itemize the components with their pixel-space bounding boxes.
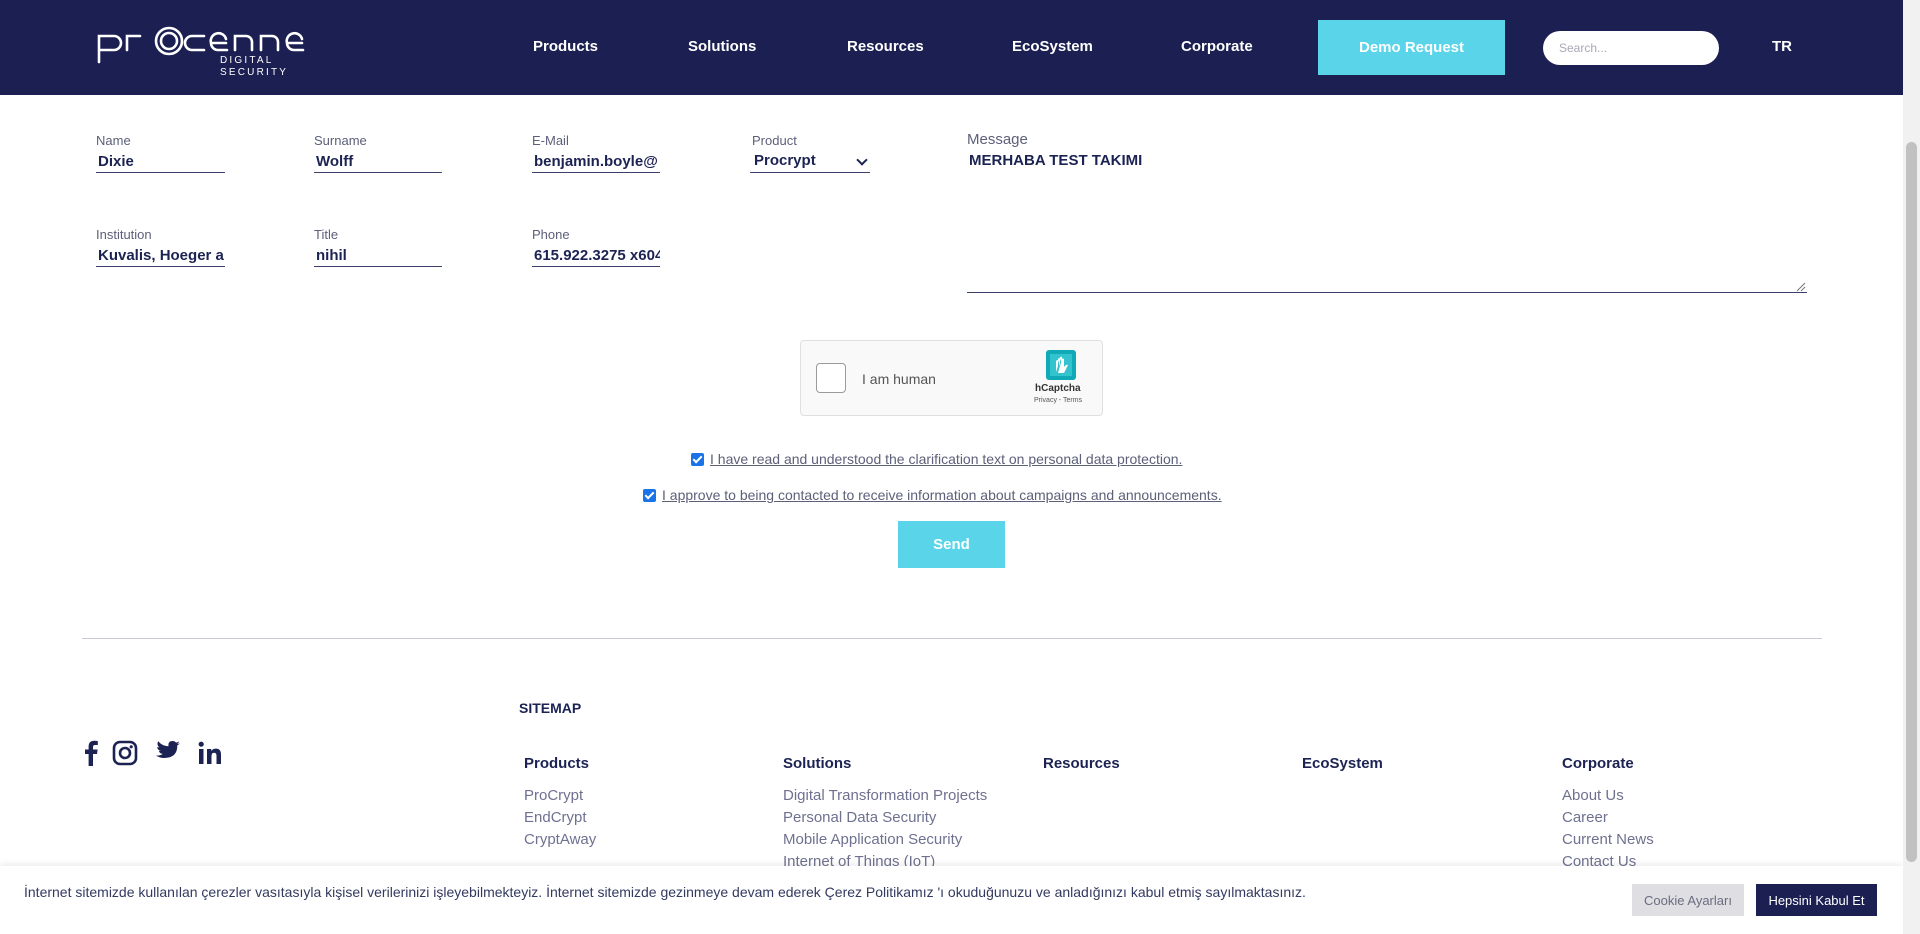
consent-personal-data: I have read and understood the clarifica…: [691, 451, 1182, 467]
footer-resources-title[interactable]: Resources: [1043, 755, 1120, 772]
chevron-down-icon: [856, 154, 868, 166]
captcha-checkbox[interactable]: [816, 363, 846, 393]
product-select[interactable]: Procrypt: [750, 151, 870, 173]
nav-products[interactable]: Products: [533, 38, 598, 56]
surname-field[interactable]: [314, 151, 442, 173]
facebook-icon[interactable]: [78, 740, 104, 766]
footer-ecosystem-title[interactable]: EcoSystem: [1302, 755, 1383, 772]
captcha-label: I am human: [862, 371, 936, 387]
hcaptcha-widget: I am human hCaptcha Privacy - Terms: [800, 340, 1103, 416]
linkedin-icon[interactable]: [197, 740, 223, 766]
language-switch[interactable]: TR: [1772, 38, 1792, 55]
twitter-icon[interactable]: [155, 738, 181, 764]
consent-campaigns: I approve to being contacted to receive …: [643, 487, 1222, 503]
institution-label: Institution: [96, 227, 152, 242]
footer-corporate-title[interactable]: Corporate: [1562, 755, 1634, 772]
footer-link-current-news[interactable]: Current News: [1562, 831, 1654, 848]
email-field[interactable]: [532, 151, 660, 173]
footer-divider: [82, 638, 1822, 639]
personal-data-checkbox[interactable]: [691, 452, 704, 466]
phone-field[interactable]: [532, 245, 660, 267]
nav-solutions[interactable]: Solutions: [688, 38, 756, 56]
nav-resources[interactable]: Resources: [847, 38, 924, 56]
product-label: Product: [752, 133, 797, 148]
site-header: DIGITAL SECURITY Products Solutions Reso…: [0, 0, 1903, 95]
procenne-logo[interactable]: DIGITAL SECURITY: [96, 22, 346, 78]
nav-corporate[interactable]: Corporate: [1181, 38, 1253, 56]
footer-link-procrypt[interactable]: ProCrypt: [524, 787, 583, 804]
resize-grip-icon[interactable]: [1796, 282, 1806, 292]
message-label: Message: [967, 131, 1028, 148]
title-field[interactable]: [314, 245, 442, 267]
product-select-value: Procrypt: [754, 152, 816, 169]
accept-all-cookies-button[interactable]: Hepsini Kabul Et: [1756, 884, 1877, 916]
footer-products-title[interactable]: Products: [524, 755, 589, 772]
hcaptcha-logo-icon: [1046, 350, 1076, 380]
campaigns-link[interactable]: I approve to being contacted to receive …: [662, 487, 1222, 503]
footer-link-endcrypt[interactable]: EndCrypt: [524, 809, 587, 826]
footer-solutions-title[interactable]: Solutions: [783, 755, 851, 772]
surname-label: Surname: [314, 133, 367, 148]
personal-data-link[interactable]: I have read and understood the clarifica…: [710, 451, 1182, 467]
title-label: Title: [314, 227, 339, 242]
footer-link-mobile-app-security[interactable]: Mobile Application Security: [783, 831, 962, 848]
nav-ecosystem[interactable]: EcoSystem: [1012, 38, 1093, 56]
phone-label: Phone: [532, 227, 570, 242]
send-button[interactable]: Send: [898, 521, 1005, 568]
cookie-banner: İnternet sitemizde kullanılan çerezler v…: [0, 866, 1903, 934]
cookie-notice-text: İnternet sitemizde kullanılan çerezler v…: [24, 884, 1306, 900]
footer-link-digital-transformation[interactable]: Digital Transformation Projects: [783, 787, 987, 804]
hcaptcha-brand: hCaptcha: [1035, 383, 1081, 394]
institution-field[interactable]: [96, 245, 225, 267]
logo-subtitle: DIGITAL SECURITY: [220, 55, 289, 78]
footer-link-career[interactable]: Career: [1562, 809, 1608, 826]
hcaptcha-links[interactable]: Privacy - Terms: [1034, 397, 1082, 404]
message-textarea[interactable]: MERHABA TEST TAKIMI: [967, 150, 1807, 293]
demo-request-button[interactable]: Demo Request: [1318, 20, 1505, 75]
search-input[interactable]: [1543, 31, 1719, 65]
name-field[interactable]: [96, 151, 225, 173]
sitemap-title: SITEMAP: [519, 700, 582, 716]
instagram-icon[interactable]: [112, 740, 138, 766]
email-label: E-Mail: [532, 133, 569, 148]
campaigns-checkbox[interactable]: [643, 488, 656, 502]
footer-link-personal-data-security[interactable]: Personal Data Security: [783, 809, 936, 826]
footer-link-cryptaway[interactable]: CryptAway: [524, 831, 596, 848]
name-label: Name: [96, 133, 131, 148]
cookie-settings-button[interactable]: Cookie Ayarları: [1632, 884, 1744, 916]
scrollbar-thumb[interactable]: [1906, 142, 1917, 862]
footer-link-about-us[interactable]: About Us: [1562, 787, 1624, 804]
